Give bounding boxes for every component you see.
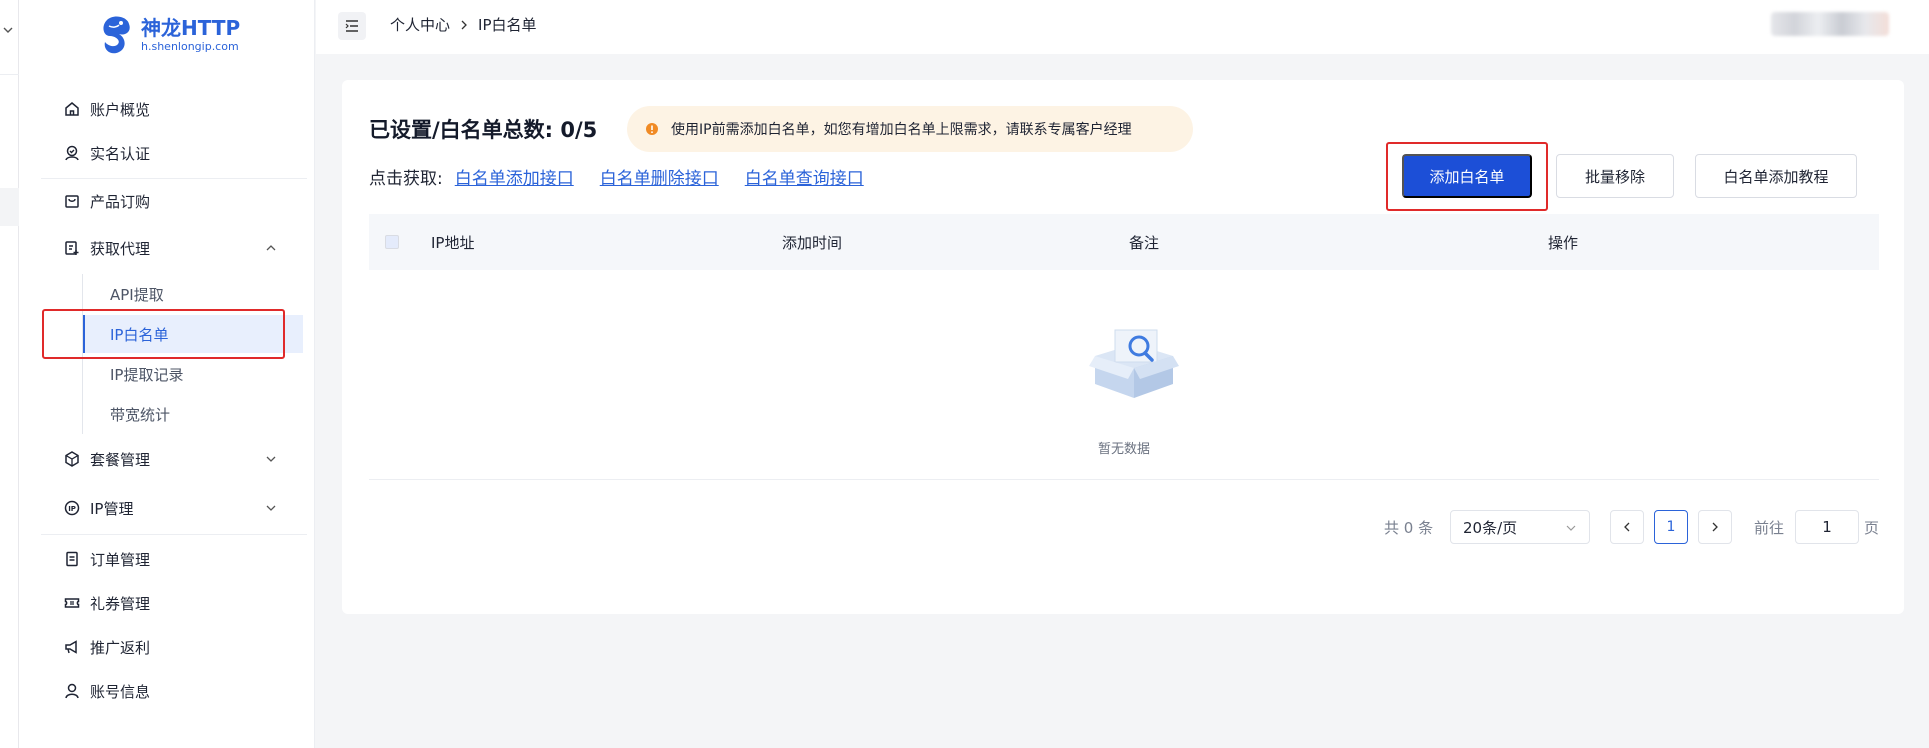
submenu-label: 带宽统计 — [110, 405, 171, 424]
package-icon — [65, 451, 79, 467]
strip-band — [0, 188, 19, 226]
sidebar-toggle-button[interactable] — [338, 12, 366, 40]
notice-text: 使用IP前需添加白名单，如您有增加白名单上限需求，请联系专属客户经理 — [671, 122, 1132, 138]
link-add-api[interactable]: 白名单添加接口 — [455, 164, 574, 189]
page-size-select[interactable]: 20条/页 — [1450, 510, 1590, 544]
page-size-value: 20条/页 — [1463, 518, 1518, 537]
column-header-remark: 备注 — [1129, 234, 1160, 252]
proxy-icon — [65, 241, 79, 255]
table-header: IP地址 添加时间 备注 操作 — [369, 214, 1879, 270]
user-info-blurred[interactable] — [1771, 12, 1889, 36]
link-delete-api[interactable]: 白名单删除接口 — [600, 164, 719, 189]
chevron-down-icon — [3, 27, 13, 33]
sidebar-item-label: 礼券管理 — [90, 594, 151, 613]
left-edge-panel — [0, 0, 19, 748]
brand-domain: h.shenlongip.com — [141, 40, 239, 53]
brand-name: 神龙HTTP — [141, 16, 241, 40]
sidebar-item-label: 账户概览 — [90, 100, 151, 119]
links-label: 点击获取: — [369, 169, 443, 189]
dragon-logo-icon — [103, 16, 130, 54]
strip-divider — [0, 74, 19, 75]
sidebar-item-package[interactable]: 套餐管理 — [63, 441, 307, 477]
api-links: 点击获取: 白名单添加接口 白名单删除接口 白名单查询接口 — [369, 164, 890, 189]
sidebar-divider — [41, 178, 307, 179]
ip-icon: IP — [64, 500, 80, 516]
sidebar-item-label: 实名认证 — [90, 144, 151, 163]
chevron-right-icon — [461, 20, 467, 29]
promo-icon — [65, 640, 77, 654]
sidebar-item-label: 获取代理 — [90, 239, 151, 258]
page-number-button[interactable]: 1 — [1654, 510, 1688, 544]
id-verify-icon — [65, 145, 79, 161]
coupon-icon — [64, 598, 80, 608]
page-unit-label: 页 — [1864, 518, 1880, 537]
sidebar-item-label: 账号信息 — [90, 682, 151, 701]
tutorial-button[interactable]: 白名单添加教程 — [1695, 154, 1857, 198]
chevron-down-icon — [266, 456, 276, 462]
pagination-total: 共 0 条 — [1384, 518, 1434, 537]
sidebar-item-verify[interactable]: 实名认证 — [63, 135, 307, 171]
submenu-line — [82, 274, 83, 434]
warning-icon — [646, 123, 658, 135]
goto-label: 前往 — [1754, 518, 1785, 537]
sidebar-item-coupons[interactable]: 礼券管理 — [63, 585, 307, 621]
shopping-icon — [65, 195, 79, 208]
sidebar-item-label: 产品订购 — [90, 192, 151, 211]
submenu-item-bandwidth[interactable]: 带宽统计 — [110, 396, 170, 432]
submenu-item-ip-records[interactable]: IP提取记录 — [110, 356, 183, 392]
sidebar-item-label: 套餐管理 — [90, 450, 151, 469]
prev-page-button[interactable] — [1610, 510, 1644, 544]
sidebar-item-proxy[interactable]: 获取代理 — [63, 230, 307, 266]
home-icon — [65, 102, 79, 116]
link-query-api[interactable]: 白名单查询接口 — [745, 164, 864, 189]
sidebar-item-label: IP管理 — [90, 499, 134, 518]
chevron-left-icon — [1624, 522, 1630, 532]
breadcrumb: 个人中心 IP白名单 — [390, 14, 537, 35]
sidebar-item-ip-manage[interactable]: IP IP管理 — [63, 490, 307, 526]
sidebar-item-account[interactable]: 账号信息 — [63, 673, 307, 709]
breadcrumb-item[interactable]: 个人中心 — [390, 14, 450, 35]
batch-remove-button[interactable]: 批量移除 — [1556, 154, 1674, 198]
submenu-label: API提取 — [110, 285, 164, 304]
chevron-down-icon — [1566, 525, 1576, 531]
chevron-up-icon — [266, 245, 276, 251]
column-header-ip: IP地址 — [431, 234, 475, 252]
sidebar-item-overview[interactable]: 账户概览 — [63, 91, 307, 127]
select-all-checkbox[interactable] — [385, 235, 399, 249]
sidebar-item-promo[interactable]: 推广返利 — [63, 629, 307, 665]
table-empty-state: 暂无数据 — [369, 270, 1879, 480]
submenu-label: IP提取记录 — [110, 365, 184, 384]
chevron-right-icon — [1712, 522, 1718, 532]
submenu-item-ip-whitelist[interactable]: IP白名单 — [110, 316, 168, 352]
submenu-label: IP白名单 — [110, 325, 169, 344]
whitelist-card: 已设置/白名单总数: 0/5 使用IP前需添加白名单，如您有增加白名单上限需求，… — [342, 80, 1904, 614]
column-header-action: 操作 — [1548, 234, 1579, 252]
empty-text: 暂无数据 — [1097, 442, 1150, 457]
menu-fold-icon — [345, 20, 358, 32]
chevron-down-icon — [266, 505, 276, 511]
breadcrumb-current: IP白名单 — [478, 16, 537, 34]
goto-page-input[interactable] — [1795, 510, 1859, 544]
submenu-item-api[interactable]: API提取 — [110, 276, 164, 312]
brand-logo[interactable]: 神龙HTTP h.shenlongip.com — [99, 14, 240, 56]
sidebar-item-label: 推广返利 — [90, 638, 151, 657]
column-header-time: 添加时间 — [782, 234, 843, 252]
page-title: 已设置/白名单总数: 0/5 — [369, 118, 598, 142]
order-icon — [66, 551, 78, 567]
sidebar-item-subscribe[interactable]: 产品订购 — [63, 183, 307, 219]
empty-box-icon — [1089, 329, 1179, 398]
user-icon — [65, 683, 79, 699]
sidebar-divider — [41, 534, 307, 535]
svg-text:IP: IP — [68, 505, 76, 513]
add-whitelist-button[interactable]: 添加白名单 — [1402, 154, 1532, 198]
next-page-button[interactable] — [1698, 510, 1732, 544]
notice-banner: 使用IP前需添加白名单，如您有增加白名单上限需求，请联系专属客户经理 — [627, 106, 1193, 152]
sidebar-item-orders[interactable]: 订单管理 — [63, 541, 307, 577]
sidebar: 神龙HTTP h.shenlongip.com 账户概览 实名认证 产品订购 获… — [19, 0, 315, 748]
sidebar-item-label: 订单管理 — [90, 550, 151, 569]
topbar: 个人中心 IP白名单 — [316, 0, 1929, 54]
